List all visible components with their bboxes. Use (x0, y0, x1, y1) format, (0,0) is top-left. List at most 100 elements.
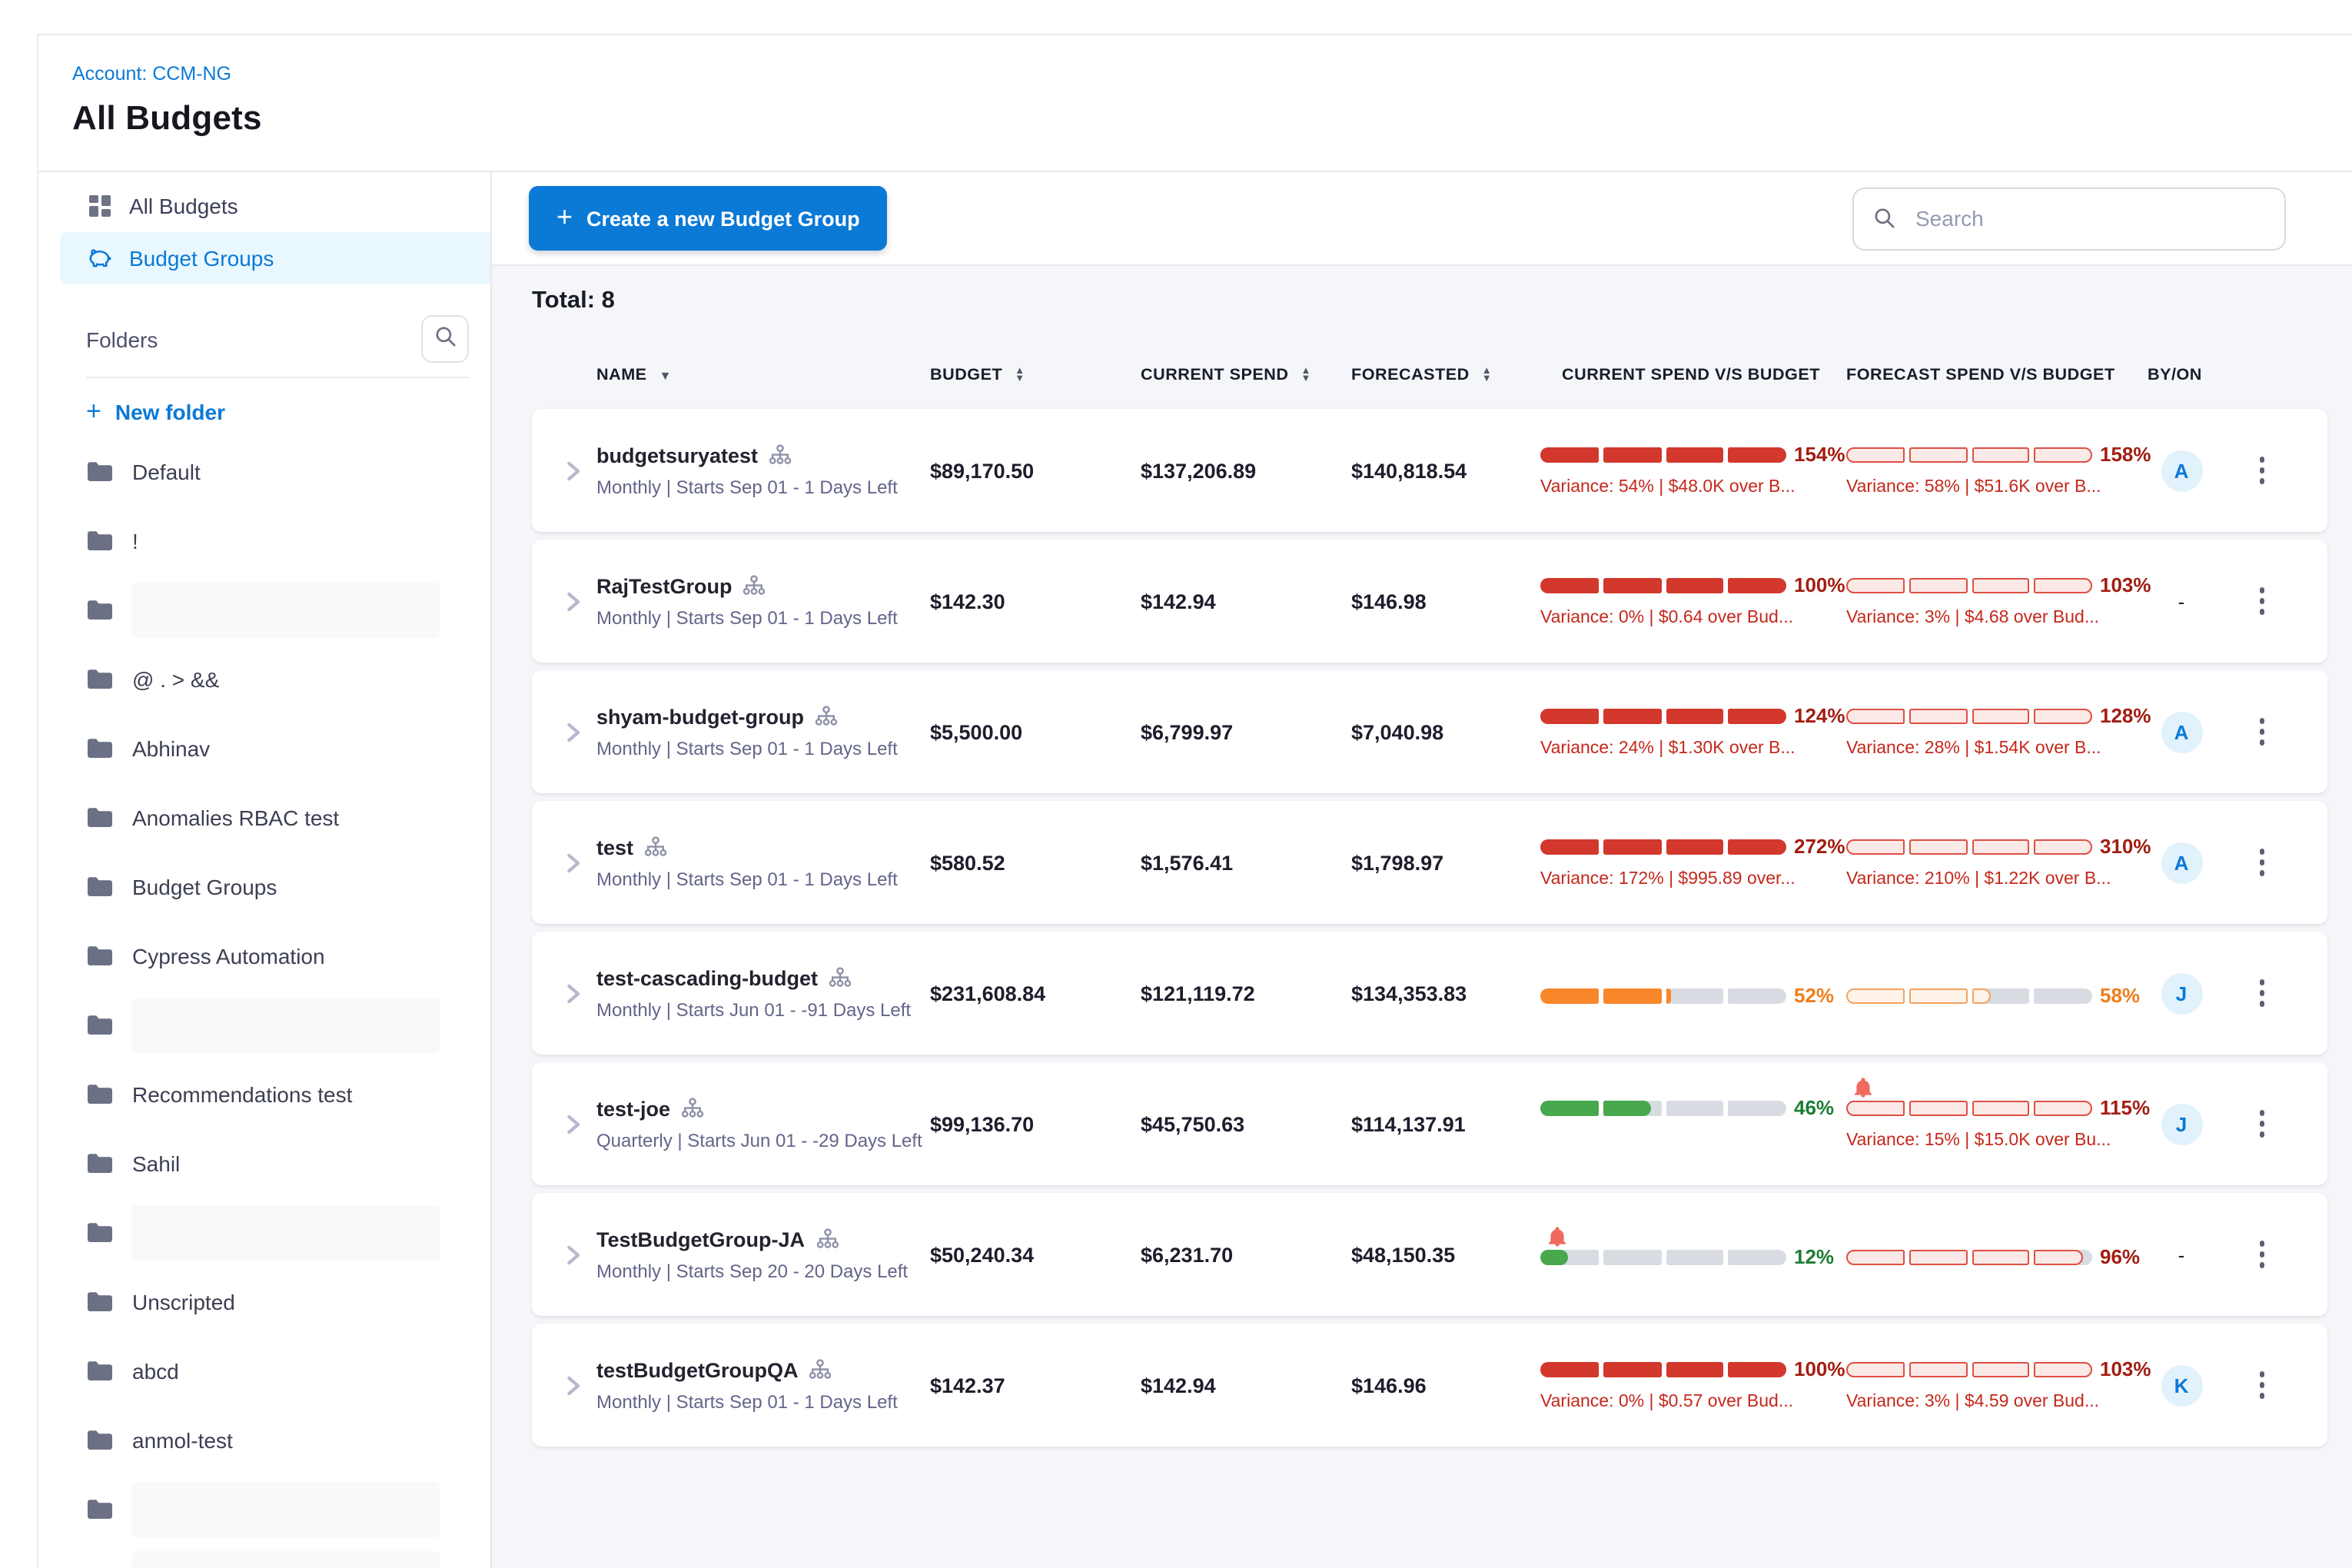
expand-row-button[interactable] (550, 1062, 596, 1185)
sidebar-item-all-budgets[interactable]: All Budgets (60, 180, 490, 232)
budget-group-name[interactable]: test (596, 835, 633, 859)
avatar[interactable]: K (2161, 1364, 2202, 1406)
percent-label: 58% (2100, 984, 2140, 1007)
folder-item[interactable] (38, 1198, 490, 1267)
folder-item[interactable] (38, 1474, 490, 1543)
budget-group-name[interactable]: test-joe (596, 1097, 670, 1120)
avatar[interactable]: J (2161, 972, 2202, 1014)
progress-bar (1540, 1361, 1786, 1377)
budget-group-name[interactable]: test-cascading-budget (596, 966, 818, 989)
expand-row-button[interactable] (550, 1193, 596, 1316)
avatar[interactable]: A (2161, 842, 2202, 883)
table-header: NAME▼ BUDGET ▲▼ CURRENT SPEND ▲▼ FORECAS… (532, 355, 2327, 395)
folder-item[interactable]: Cypress Automation (38, 921, 490, 990)
table-row[interactable]: TestBudgetGroup-JA Monthly | Starts Sep … (532, 1193, 2327, 1316)
folder-item[interactable]: anmol-test (38, 1405, 490, 1474)
search-input[interactable] (1912, 204, 2266, 232)
column-header-budget[interactable]: BUDGET ▲▼ (930, 366, 1141, 384)
expand-row-button[interactable] (550, 409, 596, 532)
folder-item[interactable] (38, 575, 490, 644)
progress-bar (1540, 988, 1786, 1003)
plus-icon: + (556, 201, 573, 233)
by-on-empty: - (2178, 1243, 2185, 1266)
budget-group-name[interactable]: shyam-budget-group (596, 705, 804, 728)
folder-item[interactable]: Anomalies RBAC test (38, 782, 490, 852)
name-cell: test Monthly | Starts Sep 01 - 1 Days Le… (596, 835, 930, 889)
table-row[interactable]: test-joe Quarterly | Starts Jun 01 - -29… (532, 1062, 2327, 1185)
row-menu-button[interactable] (2251, 448, 2274, 493)
page-title: All Budgets (72, 98, 2352, 138)
table-row[interactable]: test-cascading-budget Monthly | Starts J… (532, 932, 2327, 1055)
row-menu-button[interactable] (2251, 1101, 2274, 1147)
folder-item[interactable]: abcd (38, 1336, 490, 1405)
variance-text: Variance: 0% | $0.57 over Bud... (1540, 1393, 1793, 1411)
row-menu-button[interactable] (2251, 971, 2274, 1016)
row-menu-button[interactable] (2251, 579, 2274, 624)
current-spend-value: $1,576.41 (1141, 851, 1351, 874)
create-budget-group-button[interactable]: + Create a new Budget Group (529, 186, 888, 251)
folder-item[interactable]: Default (38, 437, 490, 506)
folder-label: Default (132, 459, 201, 483)
expand-row-button[interactable] (550, 801, 596, 924)
folder-item[interactable]: Abhinav (38, 713, 490, 782)
budget-group-name[interactable]: TestBudgetGroup-JA (596, 1227, 805, 1251)
table-row[interactable]: test Monthly | Starts Sep 01 - 1 Days Le… (532, 801, 2327, 924)
folder-label: anmol-test (132, 1427, 233, 1452)
chevron-right-icon (564, 1243, 583, 1266)
row-menu-button[interactable] (2251, 840, 2274, 885)
budget-group-name[interactable]: RajTestGroup (596, 574, 733, 597)
new-folder-label: New folder (115, 400, 225, 424)
row-menu-button[interactable] (2251, 1363, 2274, 1408)
expand-row-button[interactable] (550, 932, 596, 1055)
folder-icon (86, 460, 114, 483)
budget-group-name[interactable]: budgetsuryatest (596, 443, 758, 467)
account-breadcrumb-link[interactable]: Account: CCM-NG (72, 63, 2352, 85)
hierarchy-icon (644, 836, 667, 858)
column-header-name[interactable]: NAME▼ (596, 366, 930, 384)
folder-item[interactable] (38, 1543, 490, 1568)
folder-icon (86, 1428, 114, 1451)
folder-item[interactable] (38, 990, 490, 1059)
avatar[interactable]: A (2161, 711, 2202, 752)
budget-value: $142.30 (930, 590, 1141, 613)
budget-group-name[interactable]: testBudgetGroupQA (596, 1358, 799, 1381)
folder-item[interactable]: Budget Groups (38, 852, 490, 921)
expand-row-button[interactable] (550, 670, 596, 793)
alert-bell-icon (1548, 1226, 1566, 1254)
folder-label: Budget Groups (132, 874, 277, 899)
expand-row-button[interactable] (550, 1324, 596, 1447)
sidebar-item-budget-groups[interactable]: Budget Groups (60, 232, 490, 284)
table-row[interactable]: RajTestGroup Monthly | Starts Sep 01 - 1… (532, 540, 2327, 663)
current-spend-value: $6,799.97 (1141, 720, 1351, 743)
row-menu-button[interactable] (2251, 1232, 2274, 1277)
forecasted-value: $7,040.98 (1351, 720, 1540, 743)
column-header-current-spend[interactable]: CURRENT SPEND ▲▼ (1141, 366, 1351, 384)
table-row[interactable]: shyam-budget-group Monthly | Starts Sep … (532, 670, 2327, 793)
folder-item[interactable]: Sahil (38, 1128, 490, 1198)
folder-search-button[interactable] (421, 315, 469, 363)
current-spend-value: $121,119.72 (1141, 982, 1351, 1005)
expand-row-button[interactable] (550, 540, 596, 663)
new-folder-button[interactable]: + New folder (86, 397, 490, 427)
folder-item[interactable]: Recommendations test (38, 1059, 490, 1128)
avatar[interactable]: A (2161, 450, 2202, 491)
folder-item[interactable]: Unscripted (38, 1267, 490, 1336)
folder-label: ! (132, 528, 138, 553)
by-on-cell: A (2148, 801, 2215, 924)
folder-icon (86, 1151, 114, 1174)
forecasted-value: $140,818.54 (1351, 459, 1540, 482)
create-button-label: Create a new Budget Group (586, 207, 860, 230)
name-cell: budgetsuryatest Monthly | Starts Sep 01 … (596, 443, 930, 497)
folder-item[interactable]: ! (38, 506, 490, 575)
column-header-forecasted[interactable]: FORECASTED ▲▼ (1351, 366, 1540, 384)
table-row[interactable]: budgetsuryatest Monthly | Starts Sep 01 … (532, 409, 2327, 532)
avatar[interactable]: J (2161, 1103, 2202, 1144)
folder-label: Anomalies RBAC test (132, 805, 339, 829)
forecasted-value: $48,150.35 (1351, 1243, 1540, 1266)
folder-label: Cypress Automation (132, 943, 325, 968)
folder-item[interactable]: @ . > && (38, 644, 490, 713)
row-menu-button[interactable] (2251, 709, 2274, 755)
table-row[interactable]: testBudgetGroupQA Monthly | Starts Sep 0… (532, 1324, 2327, 1447)
current-vs-budget-cell: 124%Variance: 24% | $1.30K over B... (1540, 689, 1846, 775)
sidebar: All Budgets Budget Groups Folders (37, 172, 492, 1568)
